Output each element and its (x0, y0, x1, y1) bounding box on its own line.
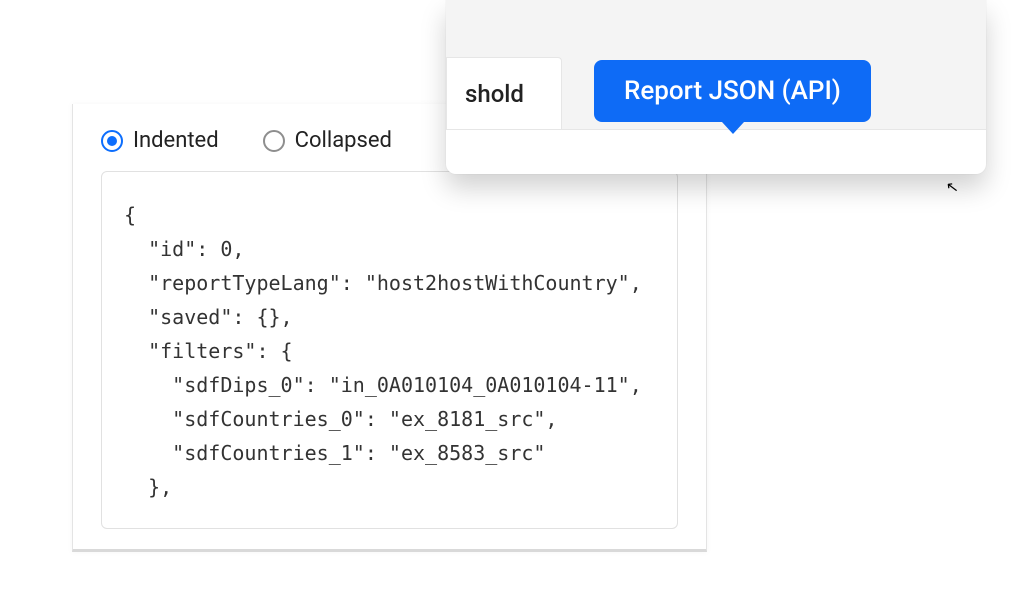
cursor-icon: ↖ (945, 177, 960, 197)
radio-indented-label: Indented (133, 128, 219, 153)
radio-dot-icon (263, 130, 285, 152)
radio-collapsed[interactable]: Collapsed (263, 128, 392, 153)
tab-tooltip-overlay: shold Report JSON (API) (446, 0, 986, 174)
tab-bar: shold Report JSON (API) (446, 0, 986, 130)
tab-threshold-label: shold (465, 80, 524, 108)
tab-threshold[interactable]: shold (446, 57, 562, 129)
radio-collapsed-label: Collapsed (295, 128, 392, 153)
radio-indented[interactable]: Indented (101, 128, 219, 153)
tooltip-label: Report JSON (API) (624, 76, 841, 106)
json-code-block[interactable]: { "id": 0, "reportTypeLang": "host2hostW… (101, 171, 678, 529)
radio-dot-icon (101, 130, 123, 152)
tooltip-report-json[interactable]: Report JSON (API) (594, 60, 871, 122)
